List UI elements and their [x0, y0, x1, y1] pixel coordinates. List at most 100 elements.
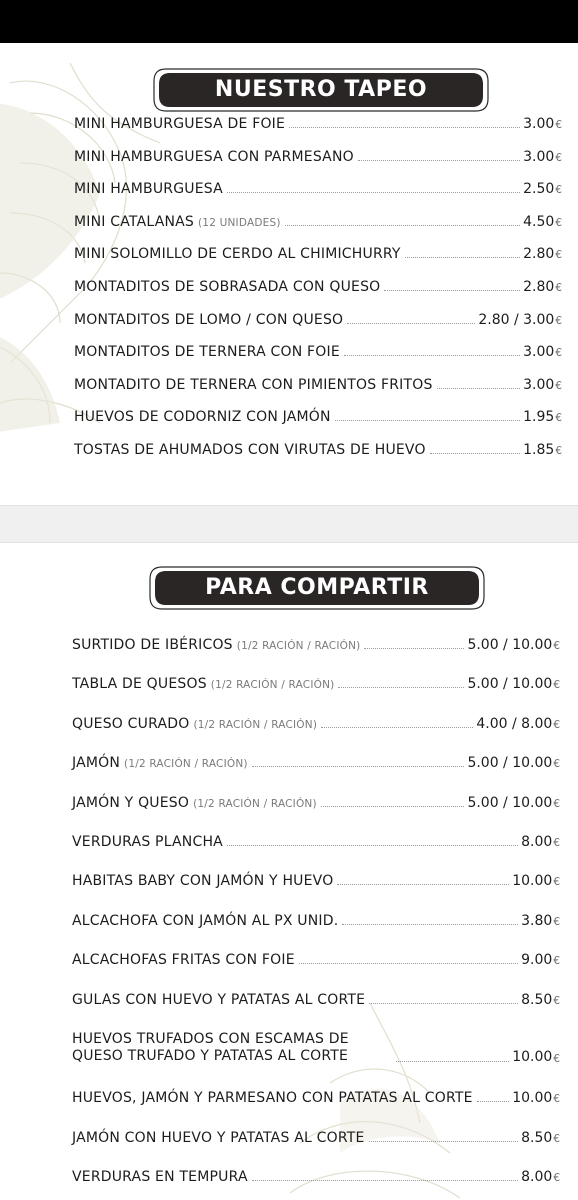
currency-symbol: €: [553, 640, 560, 652]
dot-leader: [226, 192, 521, 194]
section-banner-compartir: PARA COMPARTIR: [148, 565, 486, 611]
currency-symbol: €: [553, 1053, 560, 1065]
menu-item-price: 3.00: [523, 116, 555, 132]
currency-symbol: €: [553, 837, 560, 849]
dot-leader: [396, 1061, 510, 1062]
menu-item-price: 2.50: [523, 181, 555, 198]
menu-item-note: (1/2 RACIÓN / RACIÓN): [124, 758, 248, 771]
dot-leader: [347, 322, 476, 324]
menu-item-name: MINI HAMBURGUESA DE FOIE: [74, 116, 286, 132]
menu-item-note: (1/2 RACIÓN / RACIÓN): [236, 640, 361, 652]
menu-item-price: 5.00 / 10.00: [467, 794, 553, 811]
menu-item: VERDURAS EN TEMPURA 8.00 €: [72, 1169, 560, 1185]
dot-leader: [321, 726, 474, 728]
dot-leader: [298, 963, 519, 965]
menu-item-name: HUEVOS TRUFADOS CON ESCAMAS DE QUESO TRU…: [72, 1031, 349, 1064]
menu-item-name: MONTADITOS DE SOBRASADA CON QUESO: [74, 279, 381, 295]
dot-leader: [404, 257, 521, 259]
menu-item-name: MINI HAMBURGUESA CON PARMESANO: [74, 148, 354, 165]
menu-item: MINI HAMBURGUESA DE FOIE 3.00 €: [74, 116, 562, 132]
menu-item-price: 3.00: [523, 344, 555, 361]
menu-item: MONTADITOS DE SOBRASADA CON QUESO 2.80 €: [74, 279, 562, 295]
dot-leader: [289, 127, 521, 128]
section-title: PARA COMPARTIR: [205, 575, 429, 600]
currency-symbol: €: [555, 445, 562, 457]
currency-symbol: €: [553, 679, 560, 692]
menu-item-price: 5.00 / 10.00: [467, 637, 553, 653]
menu-item-price: 2.80: [523, 246, 555, 263]
currency-symbol: €: [553, 955, 560, 968]
currency-symbol: €: [555, 314, 562, 327]
menu-item: HUEVOS TRUFADOS CON ESCAMAS DE QUESO TRU…: [72, 1031, 560, 1065]
currency-symbol: €: [555, 249, 562, 262]
menu-item-name: MONTADITO DE TERNERA CON PIMIENTOS FRITO…: [74, 376, 433, 393]
menu-item-price: 8.50: [521, 1129, 553, 1146]
menu-item: TOSTAS DE AHUMADOS CON VIRUTAS DE HUEVO 1…: [74, 442, 562, 458]
menu-item-name: JAMÓN: [72, 755, 121, 772]
menu-item-note: (1/2 RACIÓN / RACIÓN): [210, 679, 335, 692]
menu-item: TABLA DE QUESOS (1/2 RACIÓN / RACIÓN) 5.00…: [72, 676, 560, 692]
menu-item-price: 2.80 / 3.00: [478, 311, 555, 328]
menu-item-price: 8.00: [521, 834, 553, 850]
menu-item-note: (1/2 RACIÓN / RACIÓN): [193, 797, 317, 810]
menu-item-price: 3.00: [523, 376, 555, 393]
menu-item-name: HABITAS BABY CON JAMÓN Y HUEVO: [72, 873, 334, 890]
menu-page-compartir: PARA COMPARTIR SURTIDO DE IBÉRICOS (1/2 R…: [0, 543, 578, 1200]
menu-item-price: 3.80: [521, 912, 553, 929]
menu-item-name: TABLA DE QUESOS: [72, 676, 207, 693]
dot-leader: [429, 453, 521, 454]
menu-item-note: (1/2 RACIÓN / RACIÓN): [193, 718, 318, 731]
menu-item: MONTADITOS DE TERNERA CON FOIE 3.00 €: [74, 344, 562, 360]
menu-item-price: 4.00 / 8.00: [476, 715, 553, 732]
dot-leader: [357, 159, 521, 161]
currency-symbol: €: [555, 379, 562, 392]
currency-symbol: €: [555, 119, 562, 131]
menu-item-name: HUEVOS DE CODORNIZ CON JAMÓN: [74, 409, 331, 426]
menu-item-name: MINI HAMBURGUESA: [74, 181, 223, 198]
menu-item: VERDURAS PLANCHA 8.00 €: [72, 834, 560, 850]
menu-item-price: 2.80: [523, 279, 555, 295]
menu-item: MONTADITO DE TERNERA CON PIMIENTOS FRITO…: [74, 377, 562, 393]
dot-leader: [368, 1140, 519, 1142]
currency-symbol: €: [555, 412, 562, 425]
menu-item: MONTADITOS DE LOMO / CON QUESO 2.80 / 3.0…: [74, 312, 562, 328]
dot-leader: [364, 648, 465, 649]
currency-symbol: €: [555, 184, 562, 197]
dot-leader: [337, 884, 510, 886]
menu-item: MINI SOLOMILLO DE CERDO AL CHIMICHURRY 2.…: [74, 246, 562, 262]
menu-item: MINI CATALANAS (12 UNIDADES) 4.50 €: [74, 214, 562, 230]
dot-leader: [476, 1101, 510, 1103]
dot-leader: [342, 923, 519, 925]
dot-leader: [343, 355, 521, 357]
dot-leader: [369, 1002, 519, 1004]
menu-page-tapeo: NUESTRO TAPEO MINI HAMBURGUESA DE FOIE 3.…: [0, 43, 578, 505]
menu-item-price: 8.50: [521, 991, 553, 1008]
page-separator: [0, 505, 578, 543]
currency-symbol: €: [555, 282, 562, 294]
menu-item-name: VERDURAS EN TEMPURA: [72, 1169, 248, 1186]
status-bar: [0, 0, 578, 43]
menu-item: MINI HAMBURGUESA CON PARMESANO 3.00 €: [74, 149, 562, 165]
menu-item-name: MONTADITOS DE LOMO / CON QUESO: [74, 311, 344, 328]
menu-item-name: QUESO CURADO: [72, 715, 190, 732]
menu-item-price: 1.95: [523, 409, 555, 426]
menu-item-name: JAMÓN CON HUEVO Y PATATAS AL CORTE: [72, 1129, 365, 1146]
menu-item-note: (12 UNIDADES): [198, 216, 281, 229]
currency-symbol: €: [553, 797, 560, 810]
menu-item-price: 10.00: [512, 1090, 553, 1107]
menu-item-price: 5.00 / 10.00: [467, 755, 553, 772]
menu-item-name: GULAS CON HUEVO Y PATATAS AL CORTE: [72, 991, 366, 1008]
section-banner-tapeo: NUESTRO TAPEO: [152, 67, 490, 113]
currency-symbol: €: [553, 1132, 560, 1145]
menu-item-name: ALCACHOFA CON JAMÓN AL PX UNID.: [72, 912, 339, 929]
menu-item-name: VERDURAS PLANCHA: [72, 834, 223, 850]
menu-item-price: 1.85: [523, 442, 555, 458]
dot-leader: [251, 1180, 519, 1182]
menu-item-name: MINI SOLOMILLO DE CERDO AL CHIMICHURRY: [74, 246, 401, 263]
menu-item: MINI HAMBURGUESA 2.50 €: [74, 181, 562, 197]
currency-symbol: €: [553, 718, 560, 731]
menu-item-price: 4.50: [523, 213, 555, 230]
menu-item: QUESO CURADO (1/2 RACIÓN / RACIÓN) 4.00 / …: [72, 716, 560, 732]
menu-item-price: 9.00: [521, 952, 553, 969]
menu-item-name: MINI CATALANAS: [74, 213, 195, 230]
